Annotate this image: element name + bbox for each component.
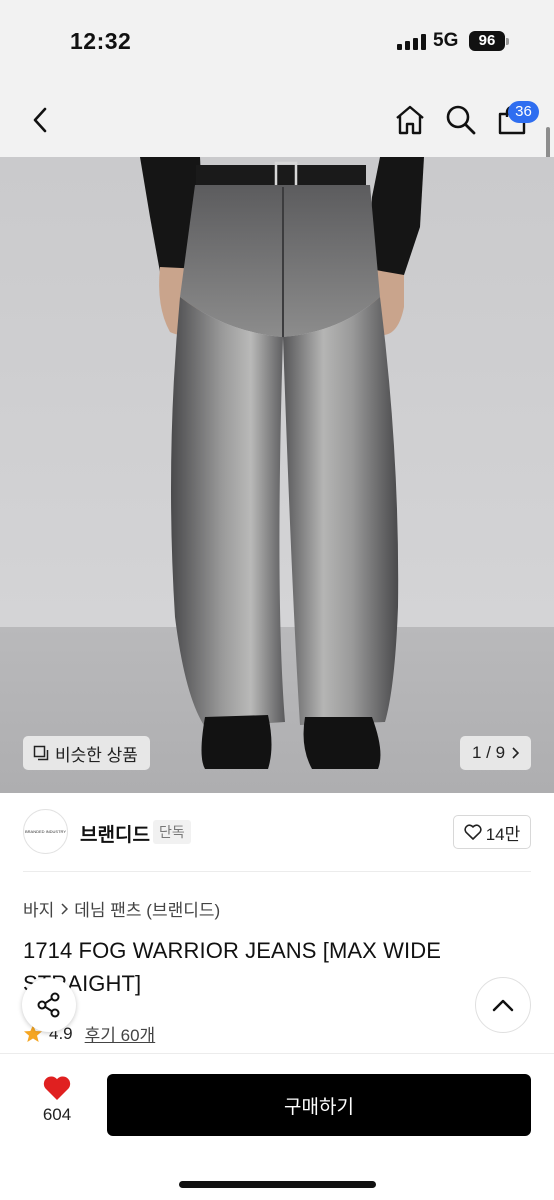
follow-like-button[interactable]: 14만: [453, 815, 531, 849]
scroll-to-top-button[interactable]: [475, 977, 531, 1033]
home-button[interactable]: [390, 100, 430, 140]
breadcrumb-subcategory[interactable]: 데님 팬츠 (브랜디드): [74, 896, 220, 921]
share-icon: [37, 992, 60, 1018]
chevron-up-icon: [492, 999, 514, 1012]
image-counter[interactable]: 1 / 9: [460, 736, 531, 770]
review-link[interactable]: 후기 60개: [85, 1021, 156, 1046]
network-type: 5G: [433, 30, 459, 51]
divider: [23, 871, 531, 872]
chevron-right-icon: [61, 902, 69, 915]
battery-tip: [506, 38, 509, 45]
copy-icon: [33, 745, 49, 761]
cart-count-badge: 36: [508, 101, 539, 123]
heart-filled-icon: [43, 1076, 71, 1100]
wishlist-button[interactable]: 604: [30, 1074, 84, 1132]
status-bar: 12:32 5G 96: [0, 0, 554, 82]
seller-name[interactable]: 브랜디드: [80, 820, 150, 847]
similar-products-button[interactable]: 비슷한 상품: [23, 736, 150, 770]
breadcrumb-category[interactable]: 바지: [23, 896, 54, 921]
share-button[interactable]: [22, 978, 76, 1032]
buy-button[interactable]: 구매하기: [107, 1074, 531, 1136]
product-title: 1714 FOG WARRIOR JEANS [MAX WIDE STRAIGH…: [23, 938, 442, 996]
jeans-photo: [0, 157, 554, 793]
heart-outline-icon: [464, 824, 482, 840]
like-count: 14만: [485, 824, 521, 844]
similar-products-label: 비슷한 상품: [55, 745, 138, 765]
home-indicator: [179, 1181, 376, 1188]
chevron-left-icon: [33, 107, 47, 133]
seller-row[interactable]: BRANDED INDUSTRY 브랜디드 단독 14만: [0, 793, 554, 871]
wishlist-count: 604: [42, 1105, 72, 1124]
search-icon: [446, 105, 476, 135]
product-image[interactable]: [0, 157, 554, 793]
status-time: 12:32: [70, 28, 132, 54]
chevron-right-icon: [512, 747, 520, 759]
top-nav-bar: [0, 82, 554, 157]
search-button[interactable]: [441, 100, 481, 140]
battery-icon: 96: [469, 31, 505, 51]
bottom-action-bar: 604 구매하기: [0, 1053, 554, 1200]
signal-icon: [397, 34, 426, 50]
back-button[interactable]: [22, 100, 58, 140]
exclusive-tag: 단독: [153, 820, 191, 844]
breadcrumb: 바지 데님 팬츠 (브랜디드): [23, 896, 220, 921]
image-counter-text: 1 / 9: [471, 743, 506, 762]
home-icon: [396, 105, 424, 135]
seller-logo[interactable]: BRANDED INDUSTRY: [23, 809, 68, 854]
